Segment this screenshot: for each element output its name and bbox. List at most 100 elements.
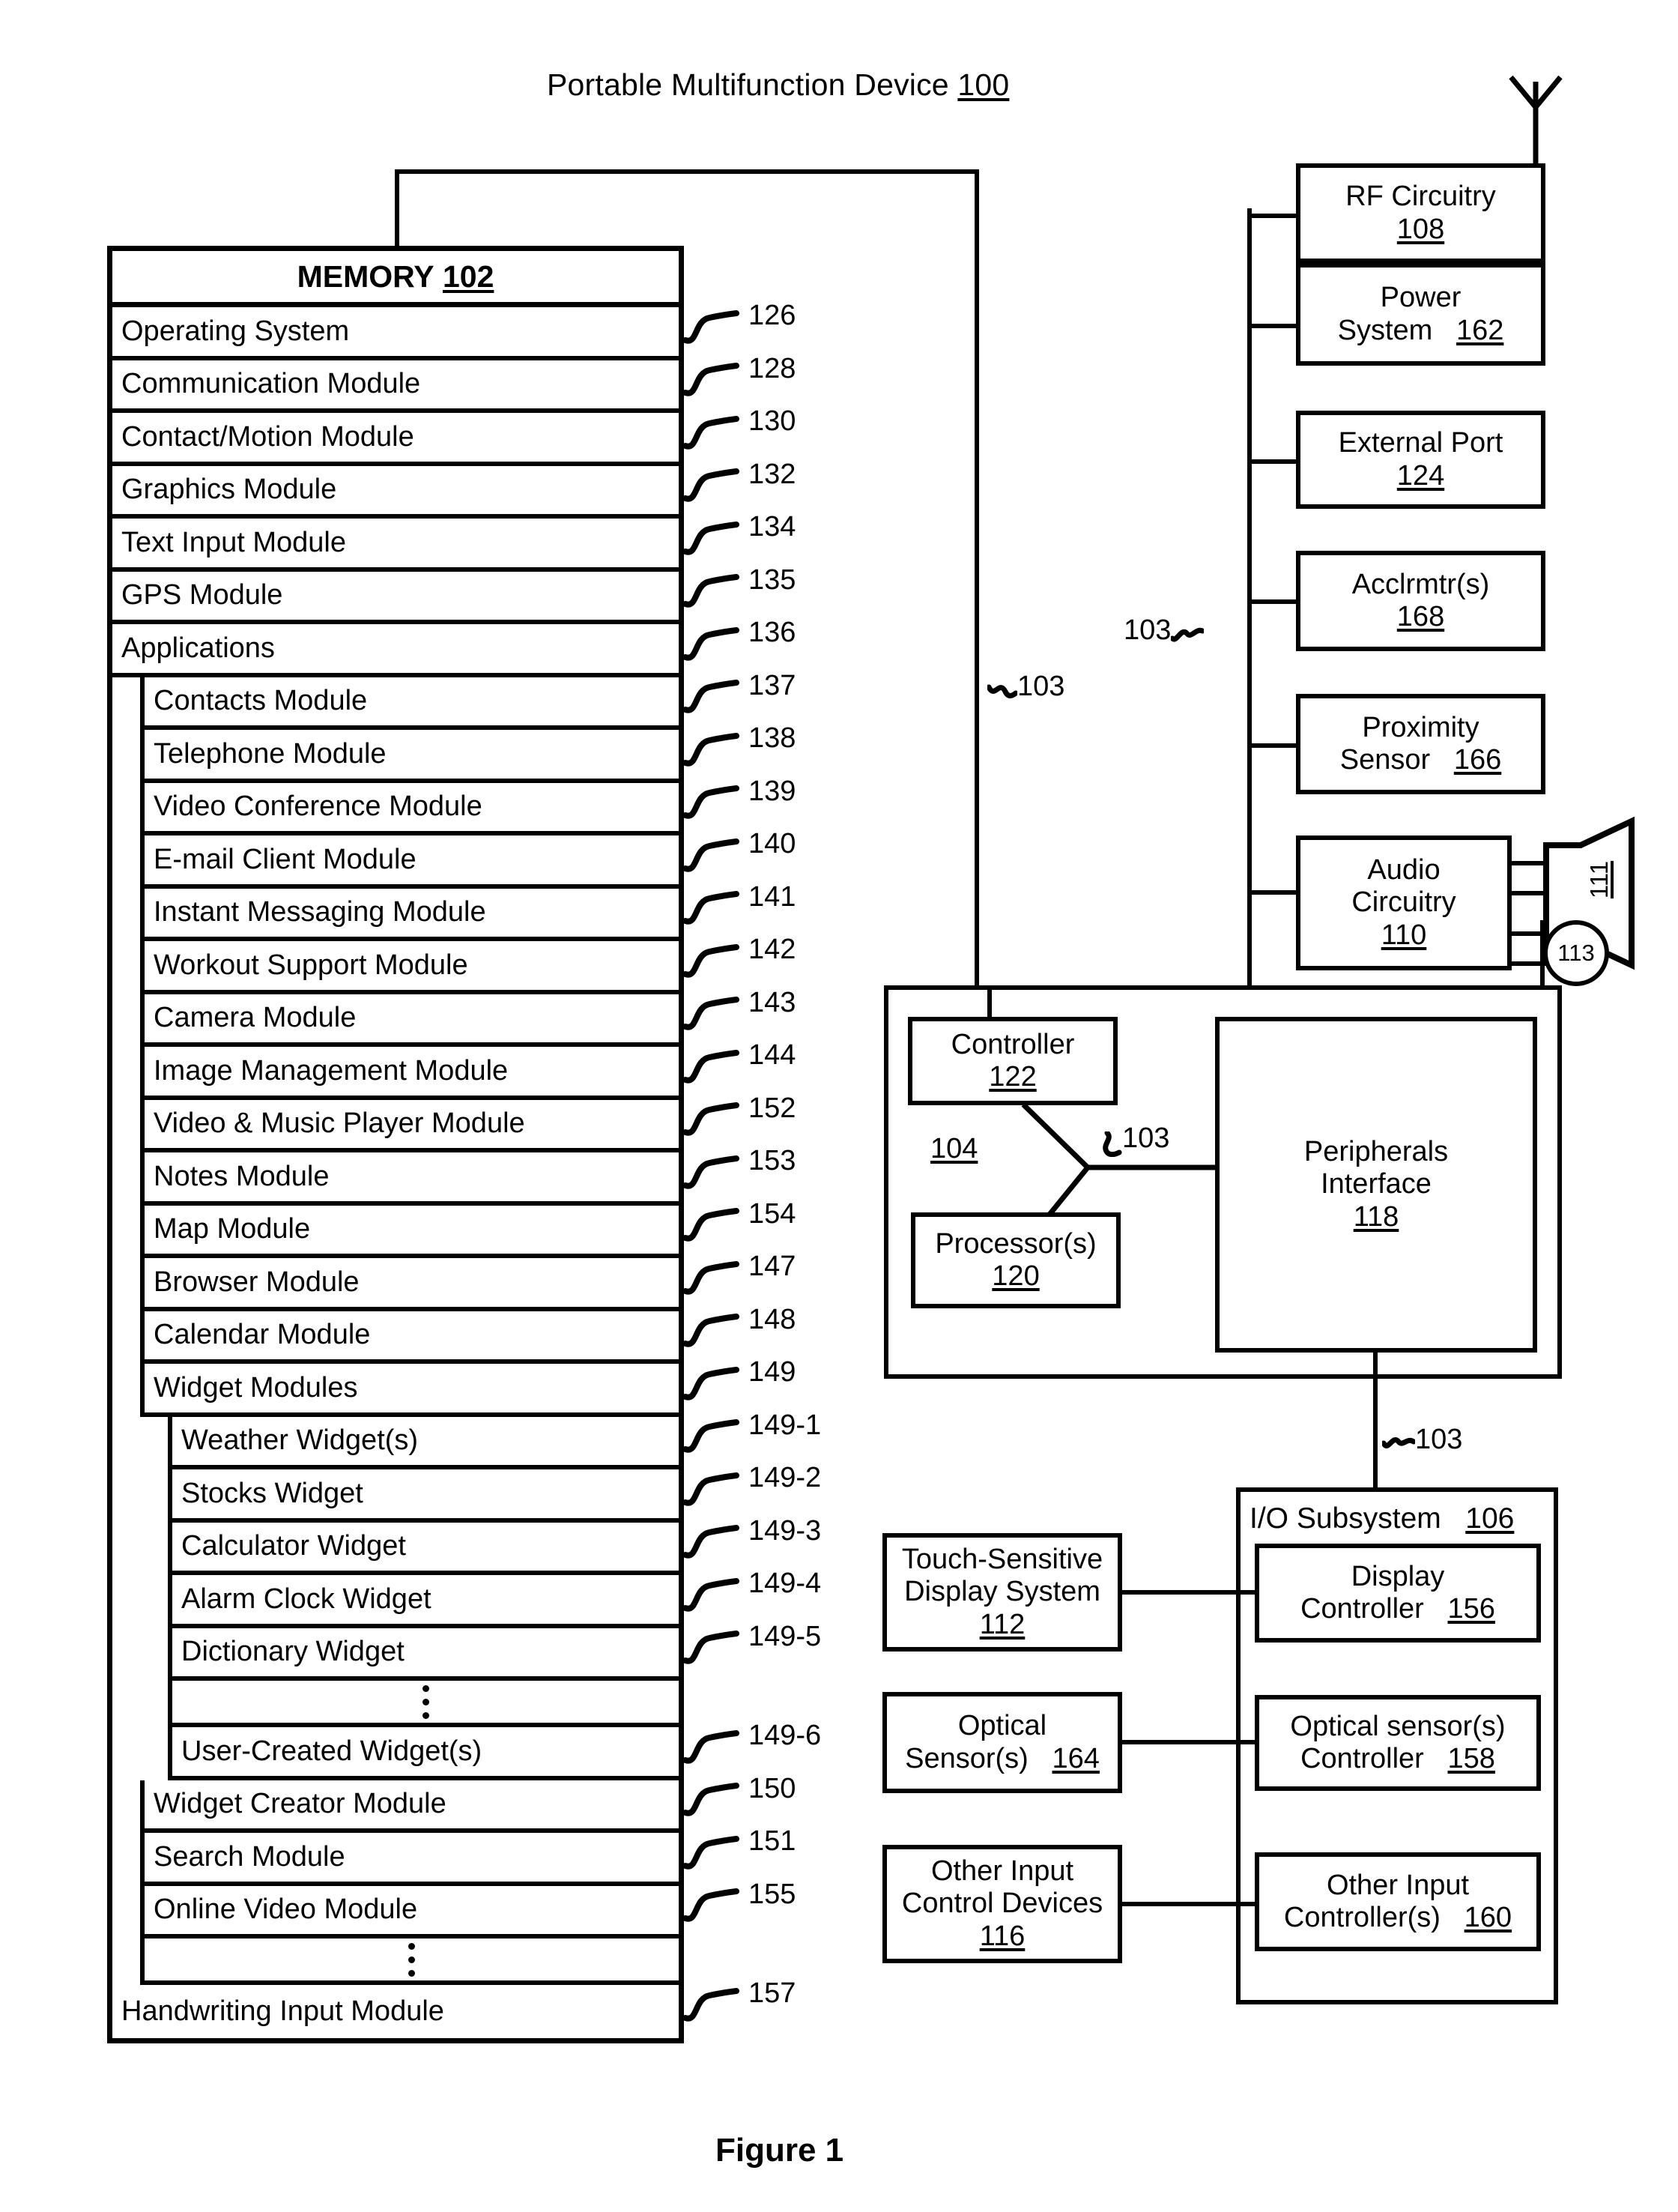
memory-reference-number: 144 [748,1039,796,1072]
memory-reference-callout: 151 [684,1825,796,1877]
callout-squiggle-icon [684,468,739,502]
memory-reference-number: 138 [748,722,796,755]
callout-squiggle-icon [684,1729,739,1764]
callout-squiggle-icon [684,521,739,555]
memory-reference-callout: 140 [684,828,796,880]
callout-squiggle-icon [684,891,739,925]
stub-audio [1247,890,1296,895]
memory-reference-callout: 135 [684,564,796,616]
callout-squiggle-icon [684,1888,739,1922]
processor-box: Processor(s) 120 [911,1212,1121,1308]
memory-reference-callout: 149-3 [684,1515,821,1567]
memory-reference-number: 149-5 [748,1620,822,1652]
other-input-control-line2: Control Devices [901,1888,1103,1920]
connector-other-input [1119,1902,1258,1906]
bus-label-right-text: 103 [1124,614,1172,646]
memory-row-label: Stocks Widget [181,1477,363,1509]
callout-squiggle-icon [684,1366,739,1400]
memory-reference-callout: 143 [684,987,796,1039]
memory-row-label: Instant Messaging Module [154,896,486,928]
peripherals-bottom-lead [1373,1353,1378,1487]
power-system-box: Power System 162 [1296,263,1545,366]
callout-squiggle-icon [684,1577,739,1612]
memory-row-label: Operating System [121,315,350,347]
memory-reference-callout: 141 [684,881,796,933]
memory-row-label: Text Input Module [121,526,346,558]
memory-row: E-mail Client Module [140,835,679,889]
memory-reference-callout: 132 [684,459,796,510]
other-input-control-line1: Other Input [930,1855,1074,1888]
memory-reference-callout: 153 [684,1145,796,1197]
speaker-ref-value: 111 [1585,860,1613,899]
callout-squiggle-icon [684,997,739,1030]
memory-reference-number: 126 [748,300,796,332]
cpu-group-ref: 104 [930,1133,978,1164]
memory-reference-number: 142 [748,934,796,966]
memory-reference-number: 157 [748,1977,796,2010]
memory-reference-callout: 142 [684,934,796,985]
memory-reference-number: 143 [748,986,796,1018]
bus-label-io-text: 103 [1415,1424,1463,1455]
mic-connector-vertical [1540,920,1545,988]
rf-circuitry-box: RF Circuitry 108 [1296,163,1545,263]
memory-reference-callout: 149-1 [684,1409,821,1461]
callout-squiggle-icon [684,415,739,450]
callout-squiggle-icon [684,1260,739,1295]
memory-reference-callout: 149-6 [684,1720,821,1771]
memory-row-list: Operating System Communication Module Cont… [112,307,679,2038]
memory-reference-number: 149-6 [748,1720,822,1752]
audio-circuitry-ref: 110 [1381,919,1427,951]
memory-row-label: Telephone Module [154,737,387,770]
other-input-controller-box: Other Input Controller(s) 160 [1255,1852,1541,1951]
memory-row: Widget Creator Module [140,1780,679,1833]
memory-row: Widget Modules [140,1364,679,1417]
memory-reference-callout: 138 [684,722,796,774]
memory-reference-number: 139 [748,775,796,807]
memory-reference-number: 136 [748,617,796,649]
memory-row-label: Weather Widget(s) [181,1424,419,1457]
memory-row: Applications [112,624,679,677]
memory-row: Weather Widget(s) [168,1416,679,1469]
memory-reference-callout: 149-2 [684,1462,821,1514]
memory-row: Search Module [140,1833,679,1886]
cpu-bus-label-text: 103 [1122,1122,1170,1154]
memory-reference-callout: 147 [684,1251,796,1302]
optical-sensor-line2: Sensor(s) [905,1742,1029,1774]
other-input-controller-ref: 160 [1464,1902,1512,1933]
memory-header: MEMORY 102 [112,251,679,307]
memory-reference-number: 134 [748,511,796,543]
memory-reference-number: 128 [748,352,796,384]
memory-reference-callout: 144 [684,1039,796,1091]
memory-row: Graphics Module [112,466,679,519]
callout-squiggle-icon [684,732,739,767]
memory-row-label: Browser Module [154,1266,360,1298]
memory-row-label: Contacts Module [154,685,368,717]
memory-row: Operating System [112,307,679,360]
memory-row: Contacts Module [140,677,679,730]
optical-sensor-line1: Optical [957,1710,1047,1742]
memory-reference-number: 151 [748,1825,796,1858]
external-port-ref: 124 [1396,459,1445,492]
memory-row: GPS Module [112,572,679,624]
callout-squiggle-icon [684,1783,739,1816]
memory-reference-callout: 149 [684,1356,796,1408]
callout-squiggle-icon [684,1525,739,1559]
memory-reference-number: 149 [748,1356,796,1388]
memory-reference-number: 147 [748,1251,796,1283]
callout-squiggle-icon [684,838,739,872]
bus-label-left: 103 [986,671,1064,705]
cpu-bus-label: 103 [1095,1122,1169,1157]
callout-squiggle-icon [684,1631,739,1664]
display-controller-box: Display Controller 156 [1255,1544,1541,1643]
memory-row-label: GPS Module [121,579,283,611]
stub-extport [1247,459,1296,464]
memory-row-label: Workout Support Module [154,949,468,981]
io-subsystem-title-text: I/O Subsystem [1250,1502,1441,1535]
memory-row: Text Input Module [112,519,679,572]
bus-to-peripherals [975,169,979,986]
memory-reference-callout: 157 [684,1977,796,2029]
memory-row: Telephone Module [140,730,679,783]
peripherals-interface-box: Peripherals Interface 118 [1215,1017,1537,1353]
processor-ref: 120 [992,1260,1040,1292]
callout-squiggle-icon [684,680,739,713]
